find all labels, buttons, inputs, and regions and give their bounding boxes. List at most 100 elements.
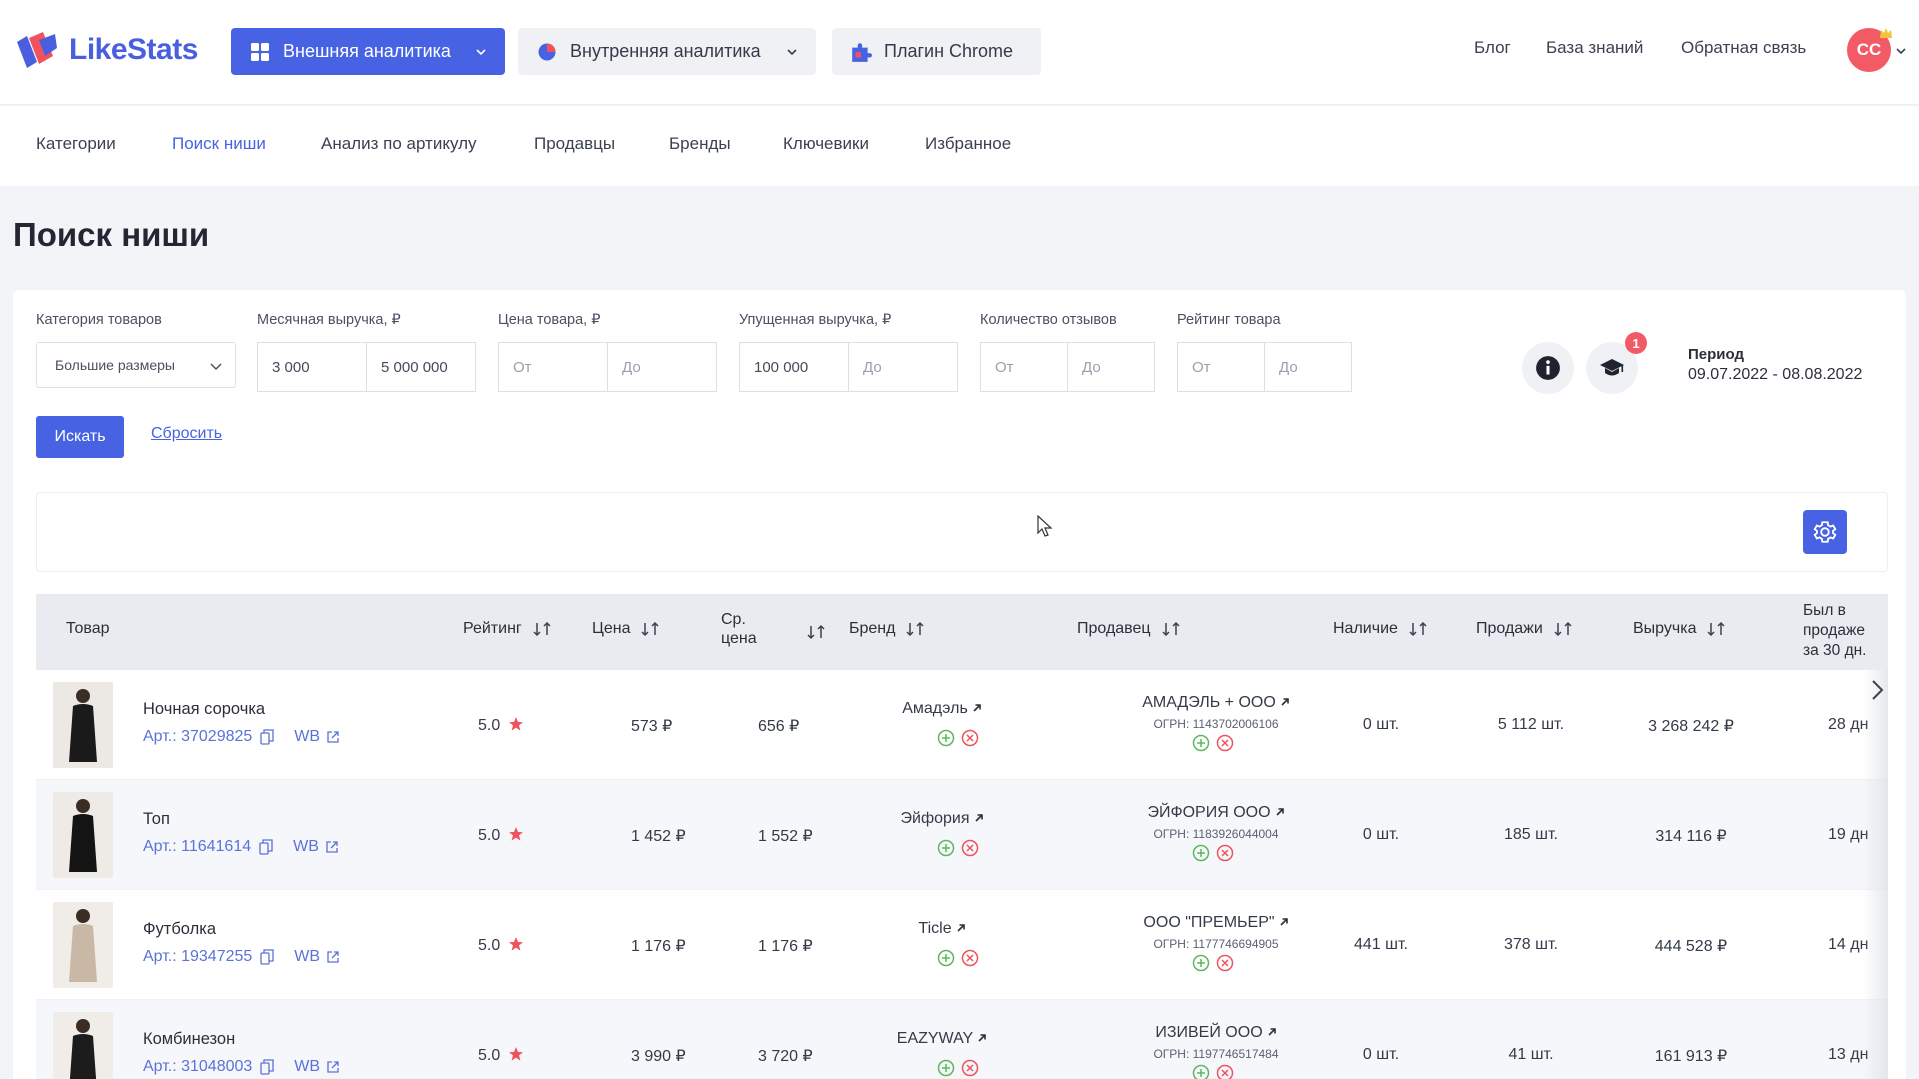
product-article: Арт.: 11641614 WB <box>143 838 339 856</box>
info-button[interactable] <box>1522 342 1574 394</box>
exclude-icon[interactable] <box>961 839 979 857</box>
revenue-to-input[interactable]: 5 000 000 <box>366 342 476 392</box>
puzzle-icon <box>850 41 872 63</box>
exclude-icon[interactable] <box>961 949 979 967</box>
add-icon[interactable] <box>1192 954 1210 972</box>
brand-link[interactable]: Эйфория <box>882 810 1002 828</box>
tab-niche-search[interactable]: Поиск ниши <box>172 134 266 154</box>
category-select[interactable]: Большие размеры <box>36 342 236 388</box>
table-row[interactable]: Топ Арт.: 11641614 WB 5.0 1 452 ₽ 1 552 … <box>36 780 1888 890</box>
column-price[interactable]: Цена <box>592 620 662 638</box>
add-icon[interactable] <box>937 839 955 857</box>
price-to-input[interactable]: До <box>607 342 717 392</box>
tab-sellers[interactable]: Продавцы <box>534 134 615 154</box>
wb-link[interactable]: WB <box>294 948 320 966</box>
wb-link[interactable]: WB <box>293 838 319 856</box>
article-number[interactable]: Арт.: 37029825 <box>143 728 252 746</box>
rating-to-input[interactable]: До <box>1264 342 1352 392</box>
product-image[interactable] <box>53 792 113 878</box>
lost-revenue-from-input[interactable]: 100 000 <box>739 342 849 392</box>
exclude-icon[interactable] <box>1216 954 1234 972</box>
blog-link[interactable]: Блог <box>1474 38 1511 58</box>
sort-icon[interactable] <box>806 624 828 640</box>
rating-from-input[interactable]: От <box>1177 342 1265 392</box>
article-number[interactable]: Арт.: 11641614 <box>143 838 251 856</box>
reviews-to-input[interactable]: До <box>1067 342 1155 392</box>
search-button[interactable]: Искать <box>36 416 124 458</box>
article-number[interactable]: Арт.: 31048003 <box>143 1058 252 1076</box>
external-link-icon[interactable] <box>325 840 339 854</box>
column-days-on-sale[interactable]: Был в продаже за 30 дн. <box>1803 601 1867 661</box>
copy-icon[interactable] <box>259 839 273 855</box>
product-image[interactable] <box>53 902 113 988</box>
product-name[interactable]: Топ <box>143 810 170 829</box>
article-number[interactable]: Арт.: 19347255 <box>143 948 252 966</box>
chevron-down-icon[interactable] <box>1895 45 1907 57</box>
column-stock[interactable]: Наличие <box>1333 620 1430 638</box>
add-icon[interactable] <box>1192 844 1210 862</box>
product-name[interactable]: Комбинезон <box>143 1030 235 1049</box>
wb-link[interactable]: WB <box>294 728 320 746</box>
add-icon[interactable] <box>937 729 955 747</box>
table-row[interactable]: Комбинезон Арт.: 31048003 WB 5.0 3 990 ₽… <box>36 1000 1888 1079</box>
add-icon[interactable] <box>1192 1064 1210 1079</box>
add-icon[interactable] <box>937 949 955 967</box>
logo[interactable]: LikeStats <box>13 30 198 70</box>
seller-link[interactable]: ЭЙФОРИЯ ООО <box>1101 804 1331 822</box>
tab-keywords[interactable]: Ключевики <box>783 134 869 154</box>
exclude-icon[interactable] <box>1216 734 1234 752</box>
add-icon[interactable] <box>937 1059 955 1077</box>
column-seller[interactable]: Продавец <box>1077 620 1183 638</box>
product-image[interactable] <box>53 682 113 768</box>
product-image[interactable] <box>53 1012 113 1079</box>
reviews-from-input[interactable]: От <box>980 342 1068 392</box>
copy-icon[interactable] <box>260 729 274 745</box>
column-sales[interactable]: Продажи <box>1476 620 1575 638</box>
add-icon[interactable] <box>1192 734 1210 752</box>
external-link-icon[interactable] <box>326 1060 340 1074</box>
external-analytics-button[interactable]: Внешняя аналитика <box>231 28 505 75</box>
exclude-icon[interactable] <box>1216 844 1234 862</box>
chrome-plugin-button[interactable]: Плагин Chrome <box>832 28 1041 75</box>
product-name[interactable]: Футболка <box>143 920 216 939</box>
column-revenue[interactable]: Выручка <box>1633 620 1728 638</box>
knowledge-base-link[interactable]: База знаний <box>1546 38 1643 58</box>
settings-button[interactable] <box>1803 510 1847 554</box>
copy-icon[interactable] <box>260 949 274 965</box>
brand-link[interactable]: Амадэль <box>882 700 1002 718</box>
external-link-icon[interactable] <box>326 730 340 744</box>
brand-link[interactable]: Ticle <box>882 920 1002 938</box>
tab-brands[interactable]: Бренды <box>669 134 731 154</box>
external-link-icon[interactable] <box>326 950 340 964</box>
seller-link[interactable]: АМАДЭЛЬ + ООО <box>1101 694 1331 712</box>
tab-article-analysis[interactable]: Анализ по артикулу <box>321 134 477 154</box>
lost-revenue-to-input[interactable]: До <box>848 342 958 392</box>
chevron-right-icon[interactable] <box>1868 678 1886 702</box>
star-icon <box>509 827 524 841</box>
price-from-input[interactable]: От <box>498 342 608 392</box>
table-row[interactable]: Ночная сорочка Арт.: 37029825 WB 5.0 573… <box>36 670 1888 780</box>
revenue-from-input[interactable]: 3 000 <box>257 342 367 392</box>
feedback-link[interactable]: Обратная связь <box>1681 38 1806 58</box>
exclude-icon[interactable] <box>961 1059 979 1077</box>
column-price-label: Цена <box>592 620 631 637</box>
column-rating[interactable]: Рейтинг <box>463 620 554 638</box>
brand-link[interactable]: EAZYWAY <box>882 1030 1002 1048</box>
seller-link[interactable]: ООО "ПРЕМЬЕР" <box>1101 914 1331 932</box>
tab-favorites[interactable]: Избранное <box>925 134 1011 154</box>
category-value: Большие размеры <box>55 357 175 373</box>
copy-icon[interactable] <box>260 1059 274 1075</box>
exclude-icon[interactable] <box>961 729 979 747</box>
period-value[interactable]: 09.07.2022 - 08.08.2022 <box>1688 366 1862 384</box>
chevron-down-icon <box>210 363 222 371</box>
wb-link[interactable]: WB <box>294 1058 320 1076</box>
internal-analytics-button[interactable]: Внутренняя аналитика <box>518 28 816 75</box>
column-avg-price[interactable]: Ср. цена <box>721 610 757 648</box>
column-brand[interactable]: Бренд <box>849 620 927 638</box>
reset-link[interactable]: Сбросить <box>151 425 222 443</box>
table-row[interactable]: Футболка Арт.: 19347255 WB 5.0 1 176 ₽ 1… <box>36 890 1888 1000</box>
exclude-icon[interactable] <box>1216 1064 1234 1079</box>
seller-link[interactable]: ИЗИВЕЙ ООО <box>1101 1024 1331 1042</box>
product-name[interactable]: Ночная сорочка <box>143 700 265 719</box>
tab-categories[interactable]: Категории <box>36 134 116 154</box>
